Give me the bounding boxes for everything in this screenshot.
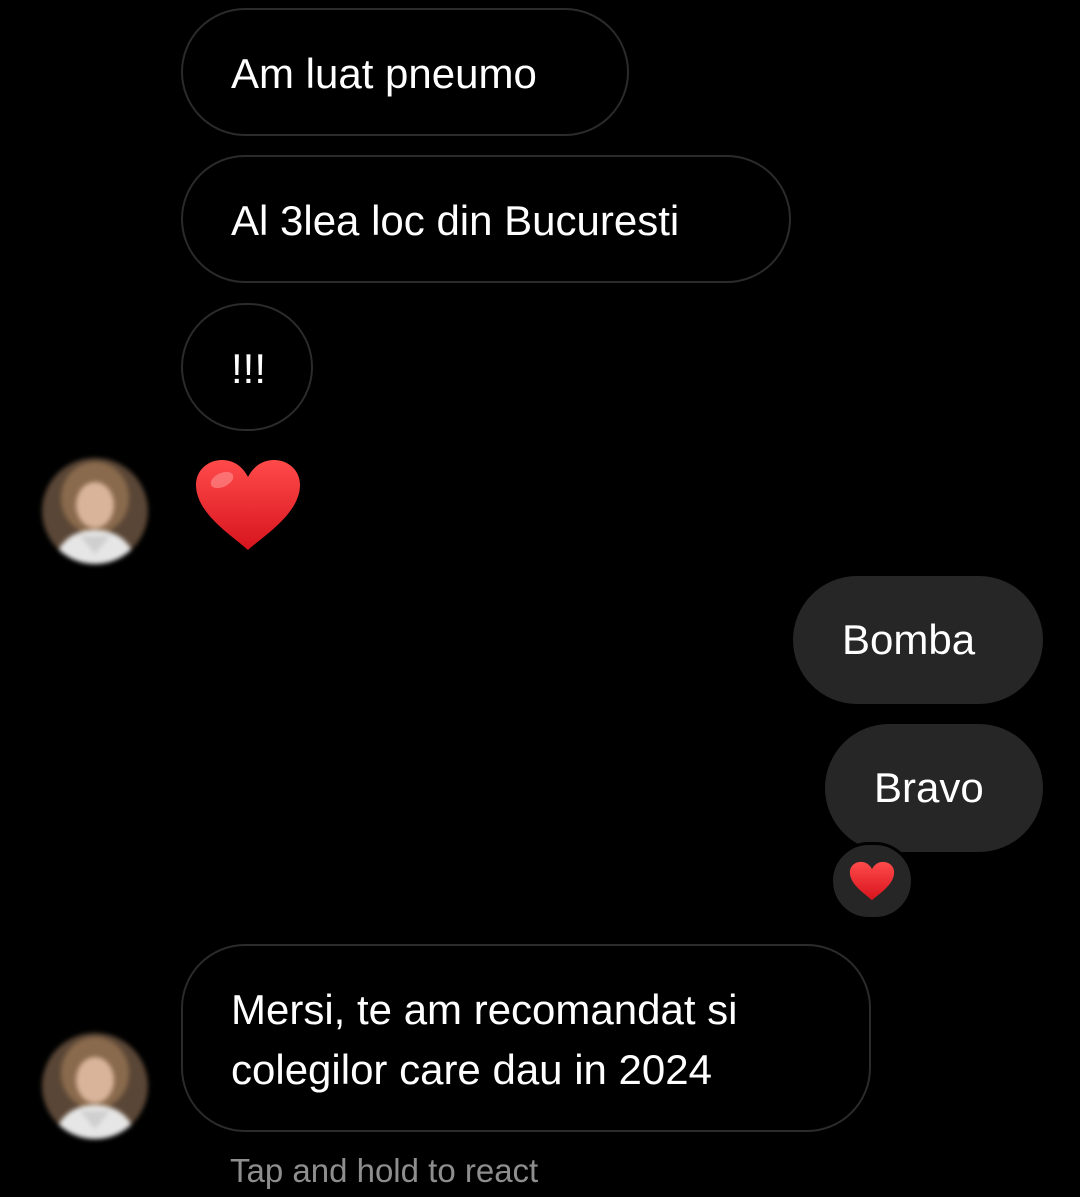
message-bubble-incoming[interactable]: Am luat pneumo xyxy=(181,8,629,136)
avatar[interactable] xyxy=(42,458,148,564)
message-text-line: Mersi, te am recomandat si xyxy=(231,986,738,1033)
message-text: !!! xyxy=(231,345,267,392)
message-text-line: colegilor care dau in 2024 xyxy=(231,1046,712,1093)
message-text: Bomba xyxy=(842,616,976,663)
message-bubble-outgoing[interactable]: Bravo xyxy=(825,724,1043,852)
message-text: Bravo xyxy=(874,764,984,811)
reaction-badge[interactable] xyxy=(830,842,914,920)
react-hint: Tap and hold to react xyxy=(230,1152,539,1189)
message-bubble-incoming[interactable]: !!! xyxy=(181,303,313,431)
message-bubble-incoming[interactable]: Al 3lea loc din Bucuresti xyxy=(181,155,791,283)
message-text: Am luat pneumo xyxy=(231,50,537,97)
message-text: Al 3lea loc din Bucuresti xyxy=(231,197,680,244)
red-heart-icon[interactable] xyxy=(194,458,302,552)
avatar[interactable] xyxy=(42,1033,148,1139)
message-bubble-incoming[interactable]: Mersi, te am recomandat si colegilor car… xyxy=(181,944,871,1132)
message-bubble-outgoing[interactable]: Bomba xyxy=(793,576,1043,704)
red-heart-icon xyxy=(849,861,895,901)
